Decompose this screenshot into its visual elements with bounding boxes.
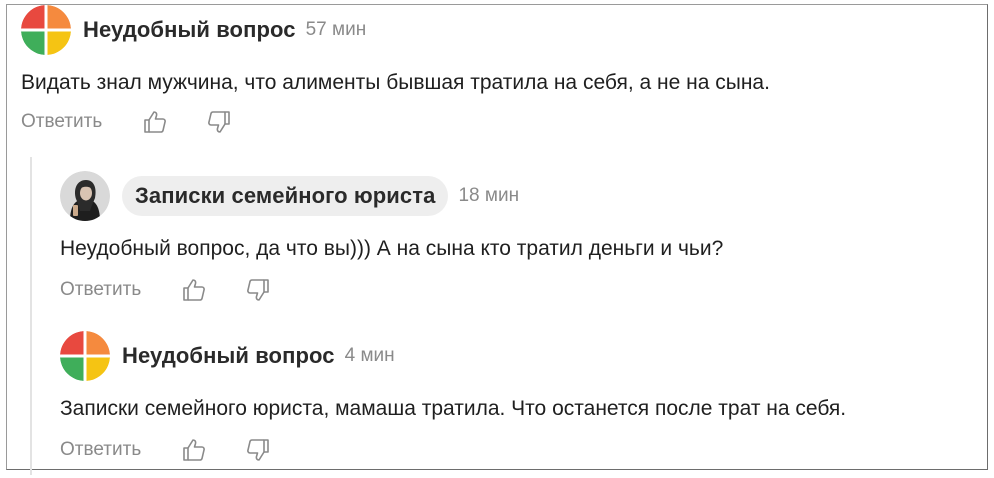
comment-actions: Ответить	[60, 437, 846, 463]
avatar[interactable]	[60, 331, 110, 381]
reply-button[interactable]: Ответить	[60, 279, 141, 301]
comment-actions: Ответить	[21, 109, 770, 135]
comment-text: Записки семейного юриста, мамаша тратила…	[60, 397, 847, 420]
comments-panel: Неудобный вопрос 57 мин Видать знал мужч…	[6, 4, 988, 475]
comment-text: Неудобный вопрос, да что вы))) А на сына…	[60, 237, 724, 260]
comment-time: 18 мин	[458, 185, 520, 206]
thumbs-up-icon[interactable]	[181, 277, 207, 303]
reply-button[interactable]: Ответить	[60, 439, 141, 461]
author-name[interactable]: Записки семейного юриста	[122, 176, 449, 216]
comment-text: Видать знал мужчина, что алименты бывшая…	[21, 71, 770, 94]
author-name[interactable]: Неудобный вопрос	[83, 17, 296, 43]
comment-header: Записки семейного юриста 18 мин	[60, 171, 723, 221]
comment: Неудобный вопрос 57 мин Видать знал мужч…	[21, 5, 770, 135]
comment-actions: Ответить	[60, 277, 723, 303]
photo-avatar-icon	[60, 171, 110, 221]
colorful-quadrant-avatar-icon	[21, 5, 71, 55]
comment: Записки семейного юриста 18 мин Неудобны…	[60, 171, 723, 303]
thumbs-down-icon[interactable]	[245, 277, 271, 303]
comment-header: Неудобный вопрос 57 мин	[21, 5, 770, 55]
thumbs-down-icon[interactable]	[245, 437, 271, 463]
reply-button[interactable]: Ответить	[21, 111, 102, 133]
comment: Неудобный вопрос 4 мин Записки семейного…	[60, 331, 846, 463]
thread-line	[30, 157, 32, 475]
avatar[interactable]	[60, 171, 110, 221]
comment-header: Неудобный вопрос 4 мин	[60, 331, 846, 381]
comment-time: 4 мин	[344, 345, 395, 366]
avatar[interactable]	[21, 5, 71, 55]
thumbs-up-icon[interactable]	[181, 437, 207, 463]
author-name[interactable]: Неудобный вопрос	[122, 343, 335, 369]
colorful-quadrant-avatar-icon	[60, 331, 110, 381]
thumbs-up-icon[interactable]	[142, 109, 168, 135]
comment-time: 57 мин	[305, 19, 367, 40]
thumbs-down-icon[interactable]	[206, 109, 232, 135]
